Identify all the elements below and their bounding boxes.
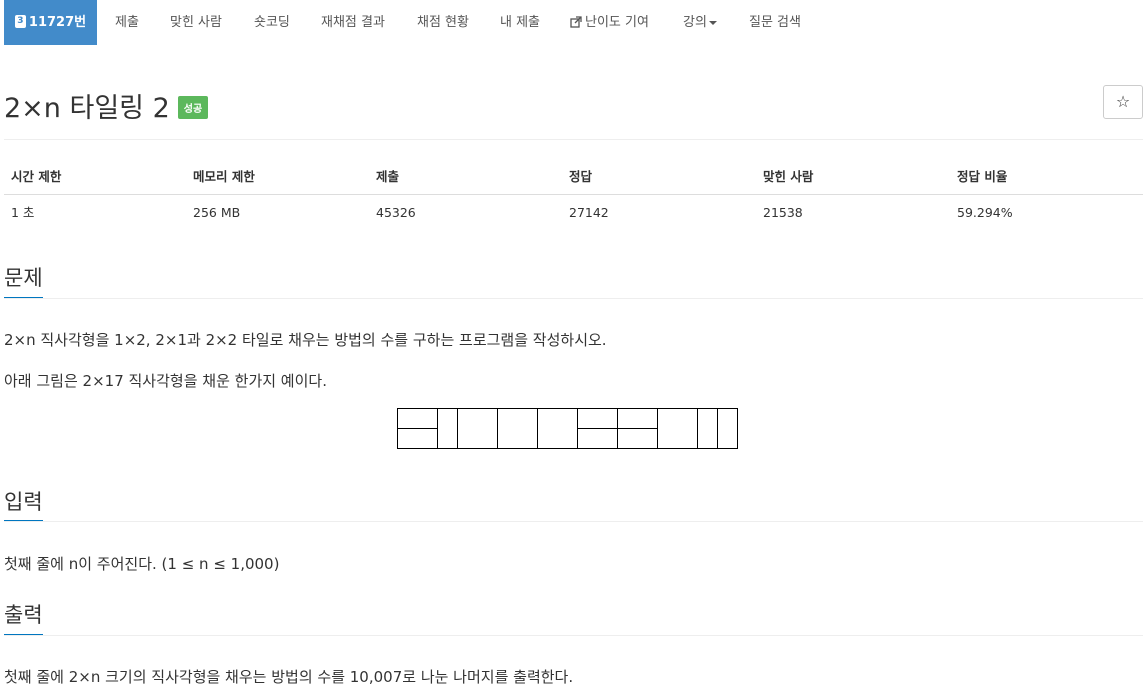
star-icon: ☆ (1115, 92, 1131, 111)
value-ratio: 59.294% (957, 205, 1013, 220)
nav-question-search[interactable]: 질문 검색 (749, 0, 801, 45)
input-divider (4, 521, 1143, 522)
nav-problem-number-label: 11727번 (28, 15, 87, 30)
star-button[interactable]: ☆ (1103, 85, 1143, 119)
caret-down-icon (708, 20, 717, 25)
header-accepted: 정답 (569, 169, 593, 184)
value-accepted: 27142 (569, 205, 609, 220)
title-divider (4, 139, 1143, 140)
external-link-icon (570, 15, 582, 28)
header-time-limit: 시간 제한 (11, 169, 62, 184)
nav-lecture-label: 강의 (683, 15, 707, 30)
problem-info-table: 시간 제한 메모리 제한 제출 정답 맞힌 사람 정답 비율 1 초 256 M… (4, 160, 1143, 229)
nav-problem-number[interactable]: 3 11727번 (4, 0, 97, 45)
nav-rejudge-result[interactable]: 재채점 결과 (321, 0, 385, 45)
problem-nav: 3 11727번 제출 맞힌 사람 숏코딩 재채점 결과 채점 현황 내 제출 난… (0, 0, 1147, 45)
header-memory-limit: 메모리 제한 (193, 169, 255, 184)
header-solved-users: 맞힌 사람 (763, 169, 814, 184)
tier-badge-icon: 3 (14, 15, 26, 28)
nav-difficulty-label: 난이도 기여 (585, 15, 649, 30)
tiling-example-image (397, 408, 738, 449)
input-text: 첫째 줄에 n이 주어진다. (1 ≤ n ≤ 1,000) (4, 555, 280, 573)
nav-submit[interactable]: 제출 (115, 0, 139, 45)
input-heading: 입력 (4, 490, 43, 514)
info-table-row: 1 초 256 MB 45326 27142 21538 59.294% (4, 195, 1143, 229)
value-memory-limit: 256 MB (193, 205, 241, 220)
value-solved-users: 21538 (763, 205, 803, 220)
nav-difficulty-contribution[interactable]: 난이도 기여 (570, 0, 649, 45)
description-heading: 문제 (4, 266, 43, 290)
value-time-limit: 1 초 (11, 205, 35, 220)
header-submissions: 제출 (376, 169, 400, 184)
nav-my-submissions[interactable]: 내 제출 (500, 0, 540, 45)
description-text-2: 아래 그림은 2×17 직사각형을 채운 한가지 예이다. (4, 372, 327, 390)
problem-title: 2×n 타일링 2 (4, 93, 170, 124)
output-heading: 출력 (4, 603, 43, 627)
value-submissions: 45326 (376, 205, 416, 220)
problem-title-row: 2×n 타일링 2 성공 (4, 86, 209, 125)
description-divider (4, 298, 1143, 299)
header-ratio: 정답 비율 (957, 169, 1008, 184)
nav-status[interactable]: 채점 현황 (417, 0, 469, 45)
info-table-header: 시간 제한 메모리 제한 제출 정답 맞힌 사람 정답 비율 (4, 160, 1143, 195)
nav-short-coding[interactable]: 숏코딩 (254, 0, 290, 45)
nav-solved-users[interactable]: 맞힌 사람 (170, 0, 222, 45)
nav-lecture-dropdown[interactable]: 강의 (683, 0, 717, 45)
output-divider (4, 635, 1143, 636)
output-text: 첫째 줄에 2×n 크기의 직사각형을 채우는 방법의 수를 10,007로 나… (4, 668, 574, 686)
result-badge: 성공 (177, 96, 209, 119)
description-text-1: 2×n 직사각형을 1×2, 2×1과 2×2 타일로 채우는 방법의 수를 구… (4, 331, 607, 349)
